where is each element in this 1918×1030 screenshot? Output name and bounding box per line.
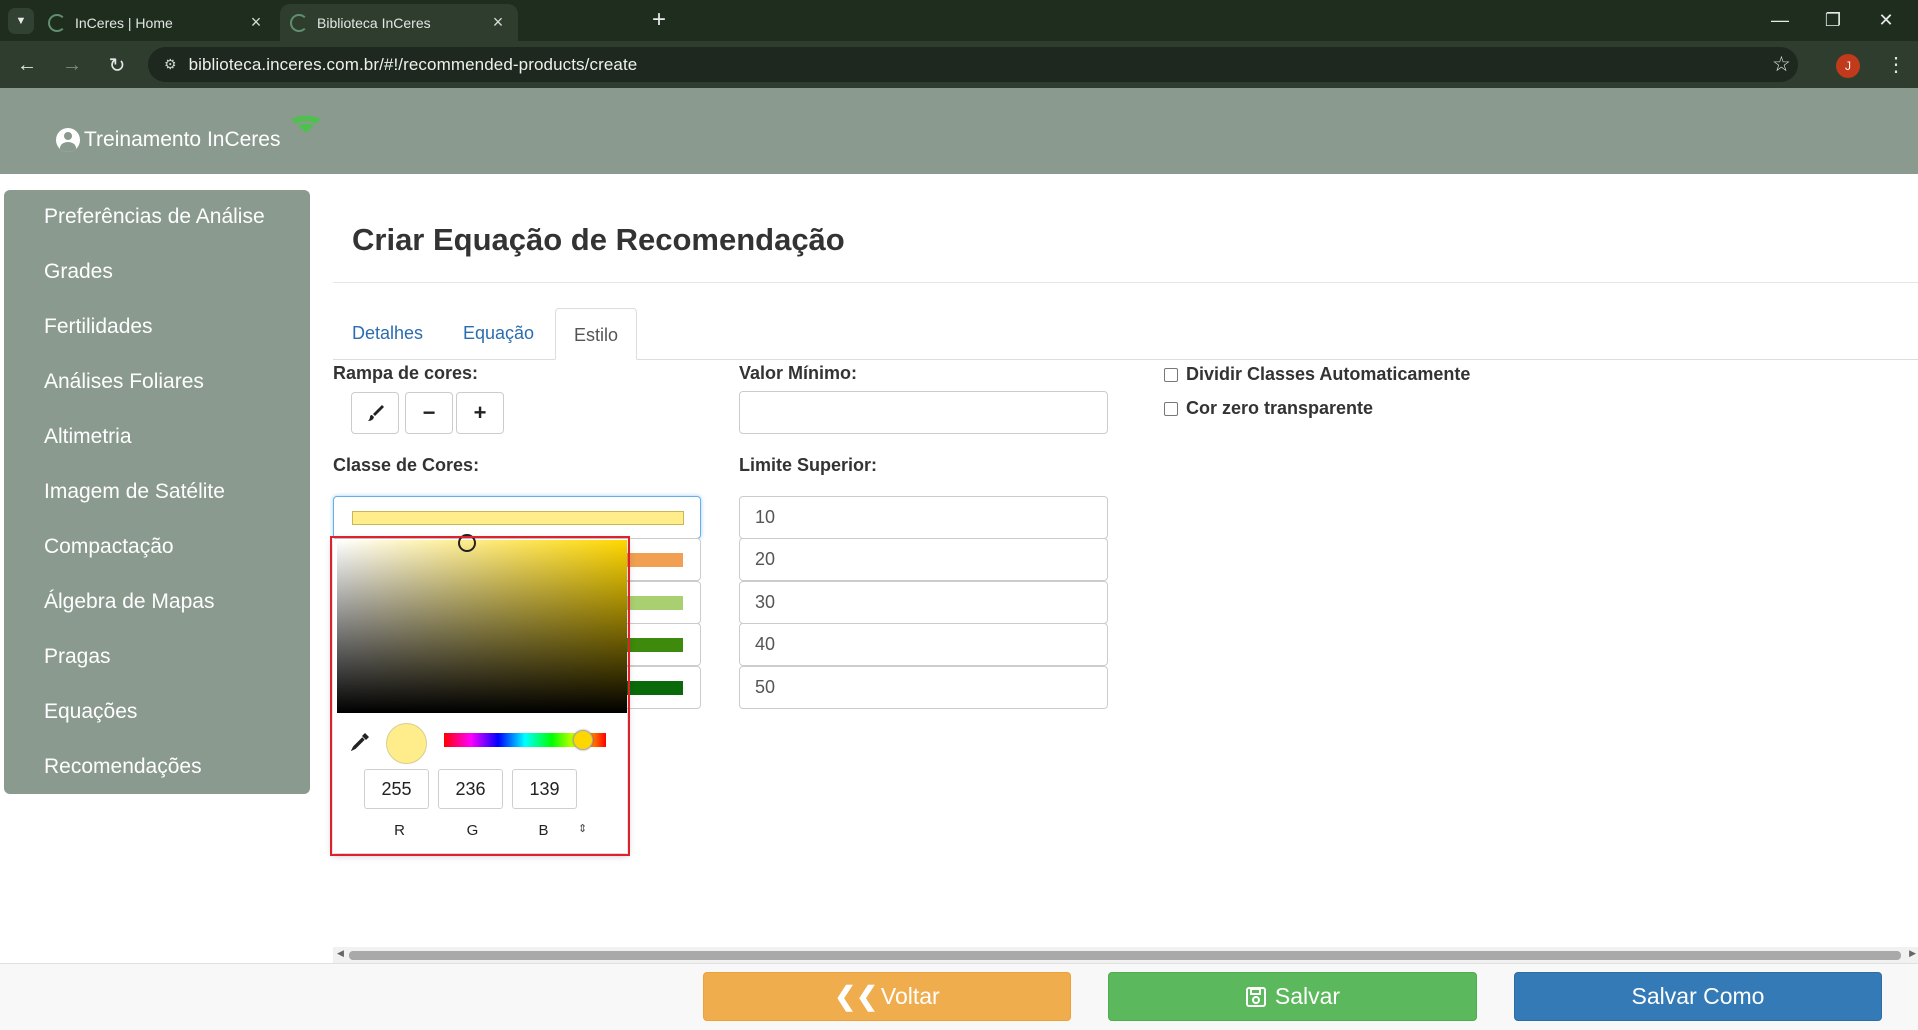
checkbox-label: Cor zero transparente [1186,398,1374,418]
close-tab-icon[interactable]: × [488,12,508,33]
inceres-favicon-icon [290,13,308,32]
plus-icon: + [473,400,487,425]
upper-limit-input[interactable]: 40 [739,623,1108,666]
minus-icon: − [422,400,436,425]
url-text[interactable]: biblioteca.inceres.com.br/#!/recommended… [189,55,638,75]
scroll-right-icon[interactable]: ▶ [1909,948,1916,959]
wifi-icon [291,115,321,133]
close-tab-icon[interactable]: × [246,12,266,33]
back-arrow-icon[interactable]: ← [14,52,40,78]
back-label: Voltar [880,983,940,1009]
upper-limit-label: Limite Superior: [739,455,878,475]
sidebar: Preferências de Análise Grades Fertilida… [4,190,310,794]
sidebar-item-compactacao[interactable]: Compactação [44,535,174,559]
min-value-input[interactable] [739,391,1108,434]
tab-title: Biblioteca InCeres [317,14,431,31]
save-button[interactable]: Salvar [1108,972,1477,1021]
color-swatch [352,511,684,525]
browser-tab-biblioteca[interactable]: Biblioteca InCeres × [280,4,518,41]
sidebar-item-altimetria[interactable]: Altimetria [44,425,132,449]
user-circle-icon [56,128,80,152]
sidebar-item-fertilidades[interactable]: Fertilidades [44,315,153,339]
minimize-icon[interactable]: — [1765,10,1795,31]
horizontal-scrollbar[interactable]: ◀ ▶ [333,947,1918,963]
save-as-button[interactable]: Salvar Como [1514,972,1882,1021]
color-ramp-label: Rampa de cores: [333,363,479,383]
forward-arrow-icon[interactable]: → [59,52,85,78]
auto-classes-checkbox[interactable]: Dividir Classes Automaticamente [1164,364,1470,385]
sidebar-item-imagem-satelite[interactable]: Imagem de Satélite [44,480,225,504]
sidebar-item-analises-foliares[interactable]: Análises Foliares [44,370,204,394]
save-label: Salvar [1274,983,1341,1009]
brush-button[interactable] [351,392,399,434]
address-bar[interactable]: ⚙ biblioteca.inceres.com.br/#!/recommend… [148,47,1798,82]
double-chevron-left-icon: ❮❮ [834,981,878,1011]
color-class-field[interactable] [333,496,701,539]
title-divider [333,282,1918,283]
user-name: Treinamento InCeres [84,128,281,151]
floppy-disk-icon [1245,986,1266,1007]
zero-transparent-checkbox[interactable]: Cor zero transparente [1164,398,1373,419]
scroll-left-icon[interactable]: ◀ [337,948,344,959]
inceres-favicon-icon [48,13,66,32]
sidebar-item-pragas[interactable]: Pragas [44,645,111,669]
tab-title: InCeres | Home [75,14,173,31]
checkbox-box[interactable] [1164,367,1178,382]
add-color-button[interactable]: + [456,392,504,434]
upper-limit-input[interactable]: 20 [739,538,1108,581]
app-header [0,88,1918,174]
restore-icon[interactable]: ❐ [1818,10,1848,31]
color-classes-label: Classe de Cores: [333,455,480,475]
sidebar-item-preferencias[interactable]: Preferências de Análise [44,205,265,229]
tab-detalhes[interactable]: Detalhes [352,323,423,344]
sidebar-item-grades[interactable]: Grades [44,260,113,284]
scrollbar-thumb[interactable] [349,951,1901,960]
save-as-label: Salvar Como [1631,983,1765,1009]
site-settings-icon[interactable]: ⚙ [164,56,177,73]
window-close-icon[interactable]: ✕ [1871,10,1901,31]
browser-menu-icon[interactable]: ⋮ [1886,52,1906,77]
tab-equacao[interactable]: Equação [463,323,534,344]
tab-estilo[interactable]: Estilo [555,308,637,360]
browser-tab-home[interactable]: InCeres | Home × [38,4,276,41]
upper-limit-input[interactable]: 10 [739,496,1108,539]
new-tab-icon[interactable]: + [652,8,666,32]
min-value-label: Valor Mínimo: [739,363,858,383]
upper-limit-input[interactable]: 50 [739,666,1108,709]
remove-color-button[interactable]: − [405,392,453,434]
tab-search-chevron-icon[interactable]: ▼ [8,8,34,34]
back-button[interactable]: ❮❮ Voltar [703,972,1071,1021]
user-menu[interactable]: Treinamento InCeres [56,128,280,152]
highlight-outline [330,536,630,856]
checkbox-label: Dividir Classes Automaticamente [1186,364,1471,384]
upper-limit-input[interactable]: 30 [739,581,1108,624]
page-title: Criar Equação de Recomendação [352,222,845,257]
bookmark-star-icon[interactable]: ☆ [1772,52,1791,77]
checkbox-box[interactable] [1164,401,1178,416]
sidebar-item-equacoes[interactable]: Equações [44,700,137,724]
sidebar-item-algebra-mapas[interactable]: Álgebra de Mapas [44,590,214,614]
sidebar-item-recomendacoes[interactable]: Recomendações [44,755,202,779]
reload-icon[interactable]: ↻ [104,52,130,78]
paintbrush-icon [368,405,384,421]
profile-avatar[interactable]: J [1836,54,1860,78]
